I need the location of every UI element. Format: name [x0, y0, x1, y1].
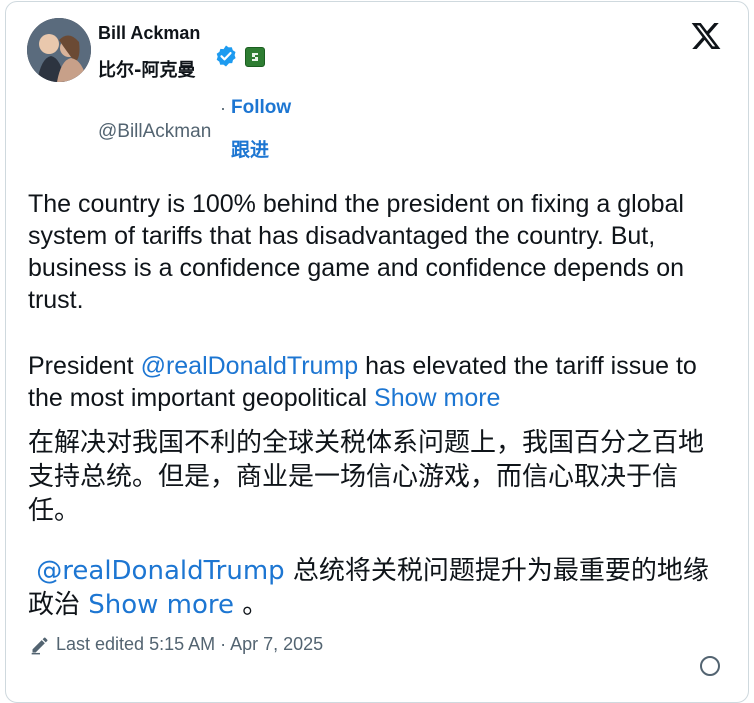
- mention-link[interactable]: @realDonaldTrump: [141, 352, 359, 380]
- translated-paragraph-2-end: 。: [234, 590, 269, 620]
- verified-badge-icon: [216, 45, 236, 67]
- translated-show-more-link[interactable]: Show more: [88, 590, 234, 620]
- affiliate-badge-icon: [245, 47, 265, 67]
- translated-paragraph-1: 在解决对我国不利的全球关税体系问题上，我国百分之百地支持总统。但是，商业是一场信…: [28, 428, 705, 526]
- translated-mention-link[interactable]: @realDonaldTrump: [36, 556, 284, 586]
- x-logo-icon[interactable]: [690, 20, 722, 52]
- post-paragraph-2-prefix: President: [28, 352, 141, 380]
- display-name[interactable]: Bill Ackman: [98, 22, 200, 44]
- avatar[interactable]: [27, 18, 91, 82]
- edited-timestamp: Last edited 5:15 AM · Apr 7, 2025: [56, 634, 324, 654]
- post-paragraph-1: The country is 100% behind the president…: [28, 190, 685, 314]
- pencil-icon: [31, 637, 48, 654]
- post-paragraph-2: President @realDonaldTrump has elevated …: [28, 350, 728, 414]
- info-icon[interactable]: [700, 656, 720, 676]
- translated-paragraph-2: @realDonaldTrump 总统将关税问题提升为最重要的地缘政治 Show…: [28, 554, 728, 622]
- show-more-link[interactable]: Show more: [374, 384, 500, 412]
- follow-button[interactable]: Follow: [231, 97, 291, 119]
- follow-button-translated[interactable]: 跟进: [231, 135, 269, 162]
- separator-dot: ·: [220, 98, 226, 118]
- avatar-image: [27, 18, 91, 82]
- edit-info[interactable]: Last edited 5:15 AM · Apr 7, 2025: [30, 634, 323, 655]
- user-handle[interactable]: @BillAckman: [98, 121, 211, 143]
- display-name-translated: 比尔-阿克曼: [98, 60, 196, 81]
